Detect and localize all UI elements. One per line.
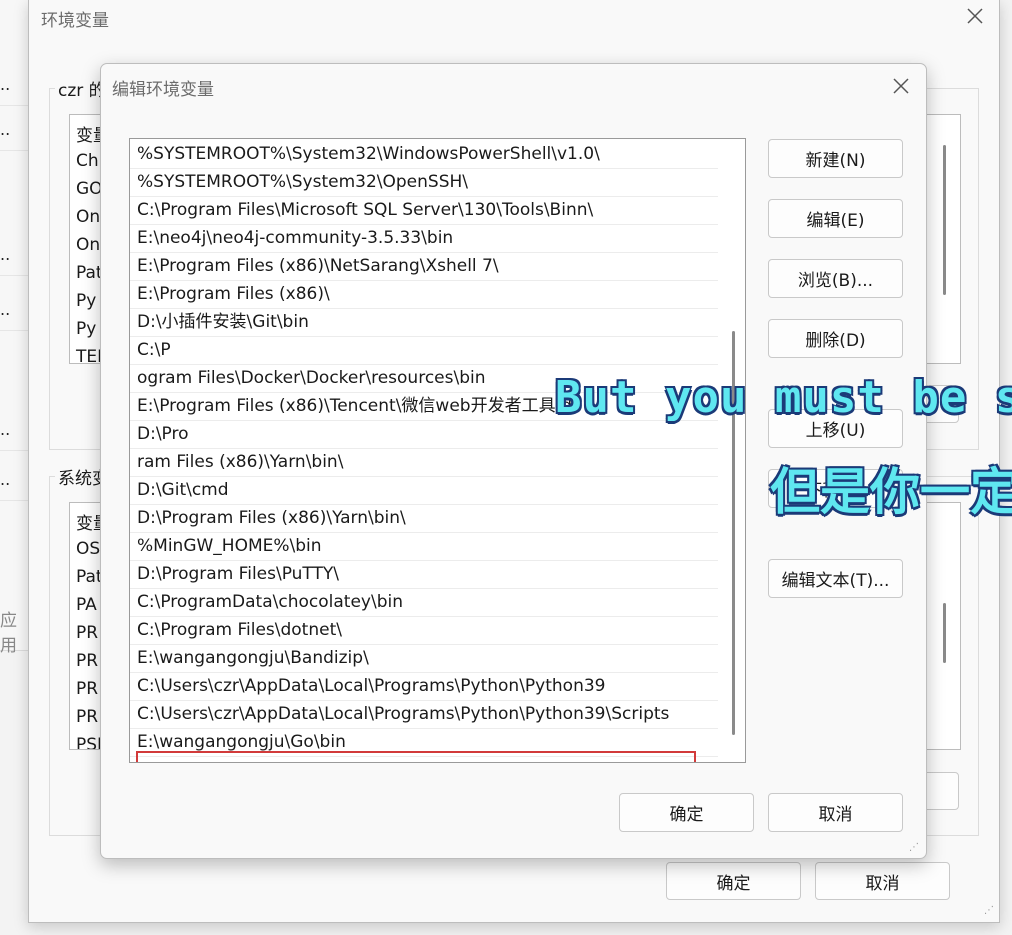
list-item[interactable]: On [76,207,100,227]
list-item[interactable]: Pat [76,567,103,587]
browse-button[interactable]: 浏览(B)... [768,259,903,298]
list-item[interactable]: GO [76,179,103,199]
list-item[interactable]: TEI [76,347,102,363]
close-icon[interactable] [887,72,915,100]
sliver-item: .. [0,75,28,106]
list-item[interactable]: Py [76,291,96,311]
path-entry[interactable]: D:\Program Files\PuTTY\ [130,561,718,589]
path-entry[interactable]: E:\wangangongju\Bandizip\ [130,645,718,673]
delete-button[interactable]: 删除(D) [768,319,903,358]
cancel-button[interactable]: 取消 [815,862,950,900]
sliver-item: .. [0,300,28,331]
sliver-item: .. [0,420,28,451]
path-entry[interactable]: C:\Program Files\Microsoft SQL Server\13… [130,197,718,225]
new-button[interactable]: 新建(N) [768,139,903,178]
list-item[interactable]: Ch [76,151,99,171]
highlight-annotation-box [136,751,696,762]
edit-button[interactable]: 编辑(E) [768,199,903,238]
list-item[interactable]: Py [76,319,96,339]
sliver-item: .. [0,470,28,501]
path-entry[interactable]: E:\Program Files (x86)\NetSarang\Xshell … [130,253,718,281]
path-entry[interactable]: E:\neo4j\neo4j-community-3.5.33\bin [130,225,718,253]
path-entry[interactable]: C:\ProgramData\chocolatey\bin [130,589,718,617]
path-entry[interactable]: D:\Program Files (x86)\Yarn\bin\ [130,505,718,533]
cancel-button[interactable]: 取消 [768,793,903,832]
path-entry[interactable]: D:\Pro [130,421,718,449]
dialog-title: 环境变量 [41,11,109,31]
subtitle-chinese: 但是你一定 [770,463,1012,521]
ok-button[interactable]: 确定 [619,793,754,832]
scrollbar-thumb[interactable] [943,145,946,295]
close-icon[interactable] [961,2,989,30]
apply-button[interactable]: 应用 [0,606,28,656]
list-item[interactable]: PSI [76,735,102,749]
scrollbar[interactable] [726,139,742,760]
scrollbar-thumb[interactable] [943,603,946,663]
path-entry[interactable]: %SYSTEMROOT%\System32\WindowsPowerShell\… [130,141,718,169]
resize-grip-icon[interactable]: ⋰ [909,842,919,853]
edit-text-button[interactable]: 编辑文本(T)... [768,559,903,598]
list-item[interactable]: PR [76,707,98,727]
dialog-title: 编辑环境变量 [112,80,214,100]
sliver-item: .. [0,245,28,276]
background-window-sliver: .. .. .. .. .. .. 应用 [0,0,29,656]
path-entry[interactable]: %SYSTEMROOT%\System32\OpenSSH\ [130,169,718,197]
path-entry[interactable]: ram Files (x86)\Yarn\bin\ [130,449,718,477]
resize-grip-icon[interactable]: ⋰ [984,905,994,916]
list-item[interactable]: PR [76,679,98,699]
path-entry[interactable]: C:\Program Files\dotnet\ [130,617,718,645]
list-item[interactable]: PA [76,595,97,615]
list-item[interactable]: Pat [76,263,103,283]
path-entry[interactable]: D:\Git\cmd [130,477,718,505]
list-item[interactable]: PR [76,623,98,643]
path-entry[interactable]: C:\Users\czr\AppData\Local\Programs\Pyth… [130,673,718,701]
path-list[interactable]: %SYSTEMROOT%\System32\WindowsPowerShell\… [129,138,746,763]
path-entry[interactable]: %MinGW_HOME%\bin [130,533,718,561]
path-entry[interactable]: C:\Users\czr\AppData\Local\Programs\Pyth… [130,701,718,729]
ok-button[interactable]: 确定 [666,862,801,900]
path-entry[interactable]: C:\P [130,337,718,365]
list-item[interactable]: PR [76,651,98,671]
path-entry[interactable]: D:\小插件安装\Git\bin [130,309,718,337]
list-item[interactable]: OS [76,539,100,559]
sliver-item: .. [0,120,28,151]
path-entry[interactable]: E:\Program Files (x86)\ [130,281,718,309]
list-item[interactable]: On [76,235,100,255]
subtitle-english: But you must be so [555,372,1012,423]
